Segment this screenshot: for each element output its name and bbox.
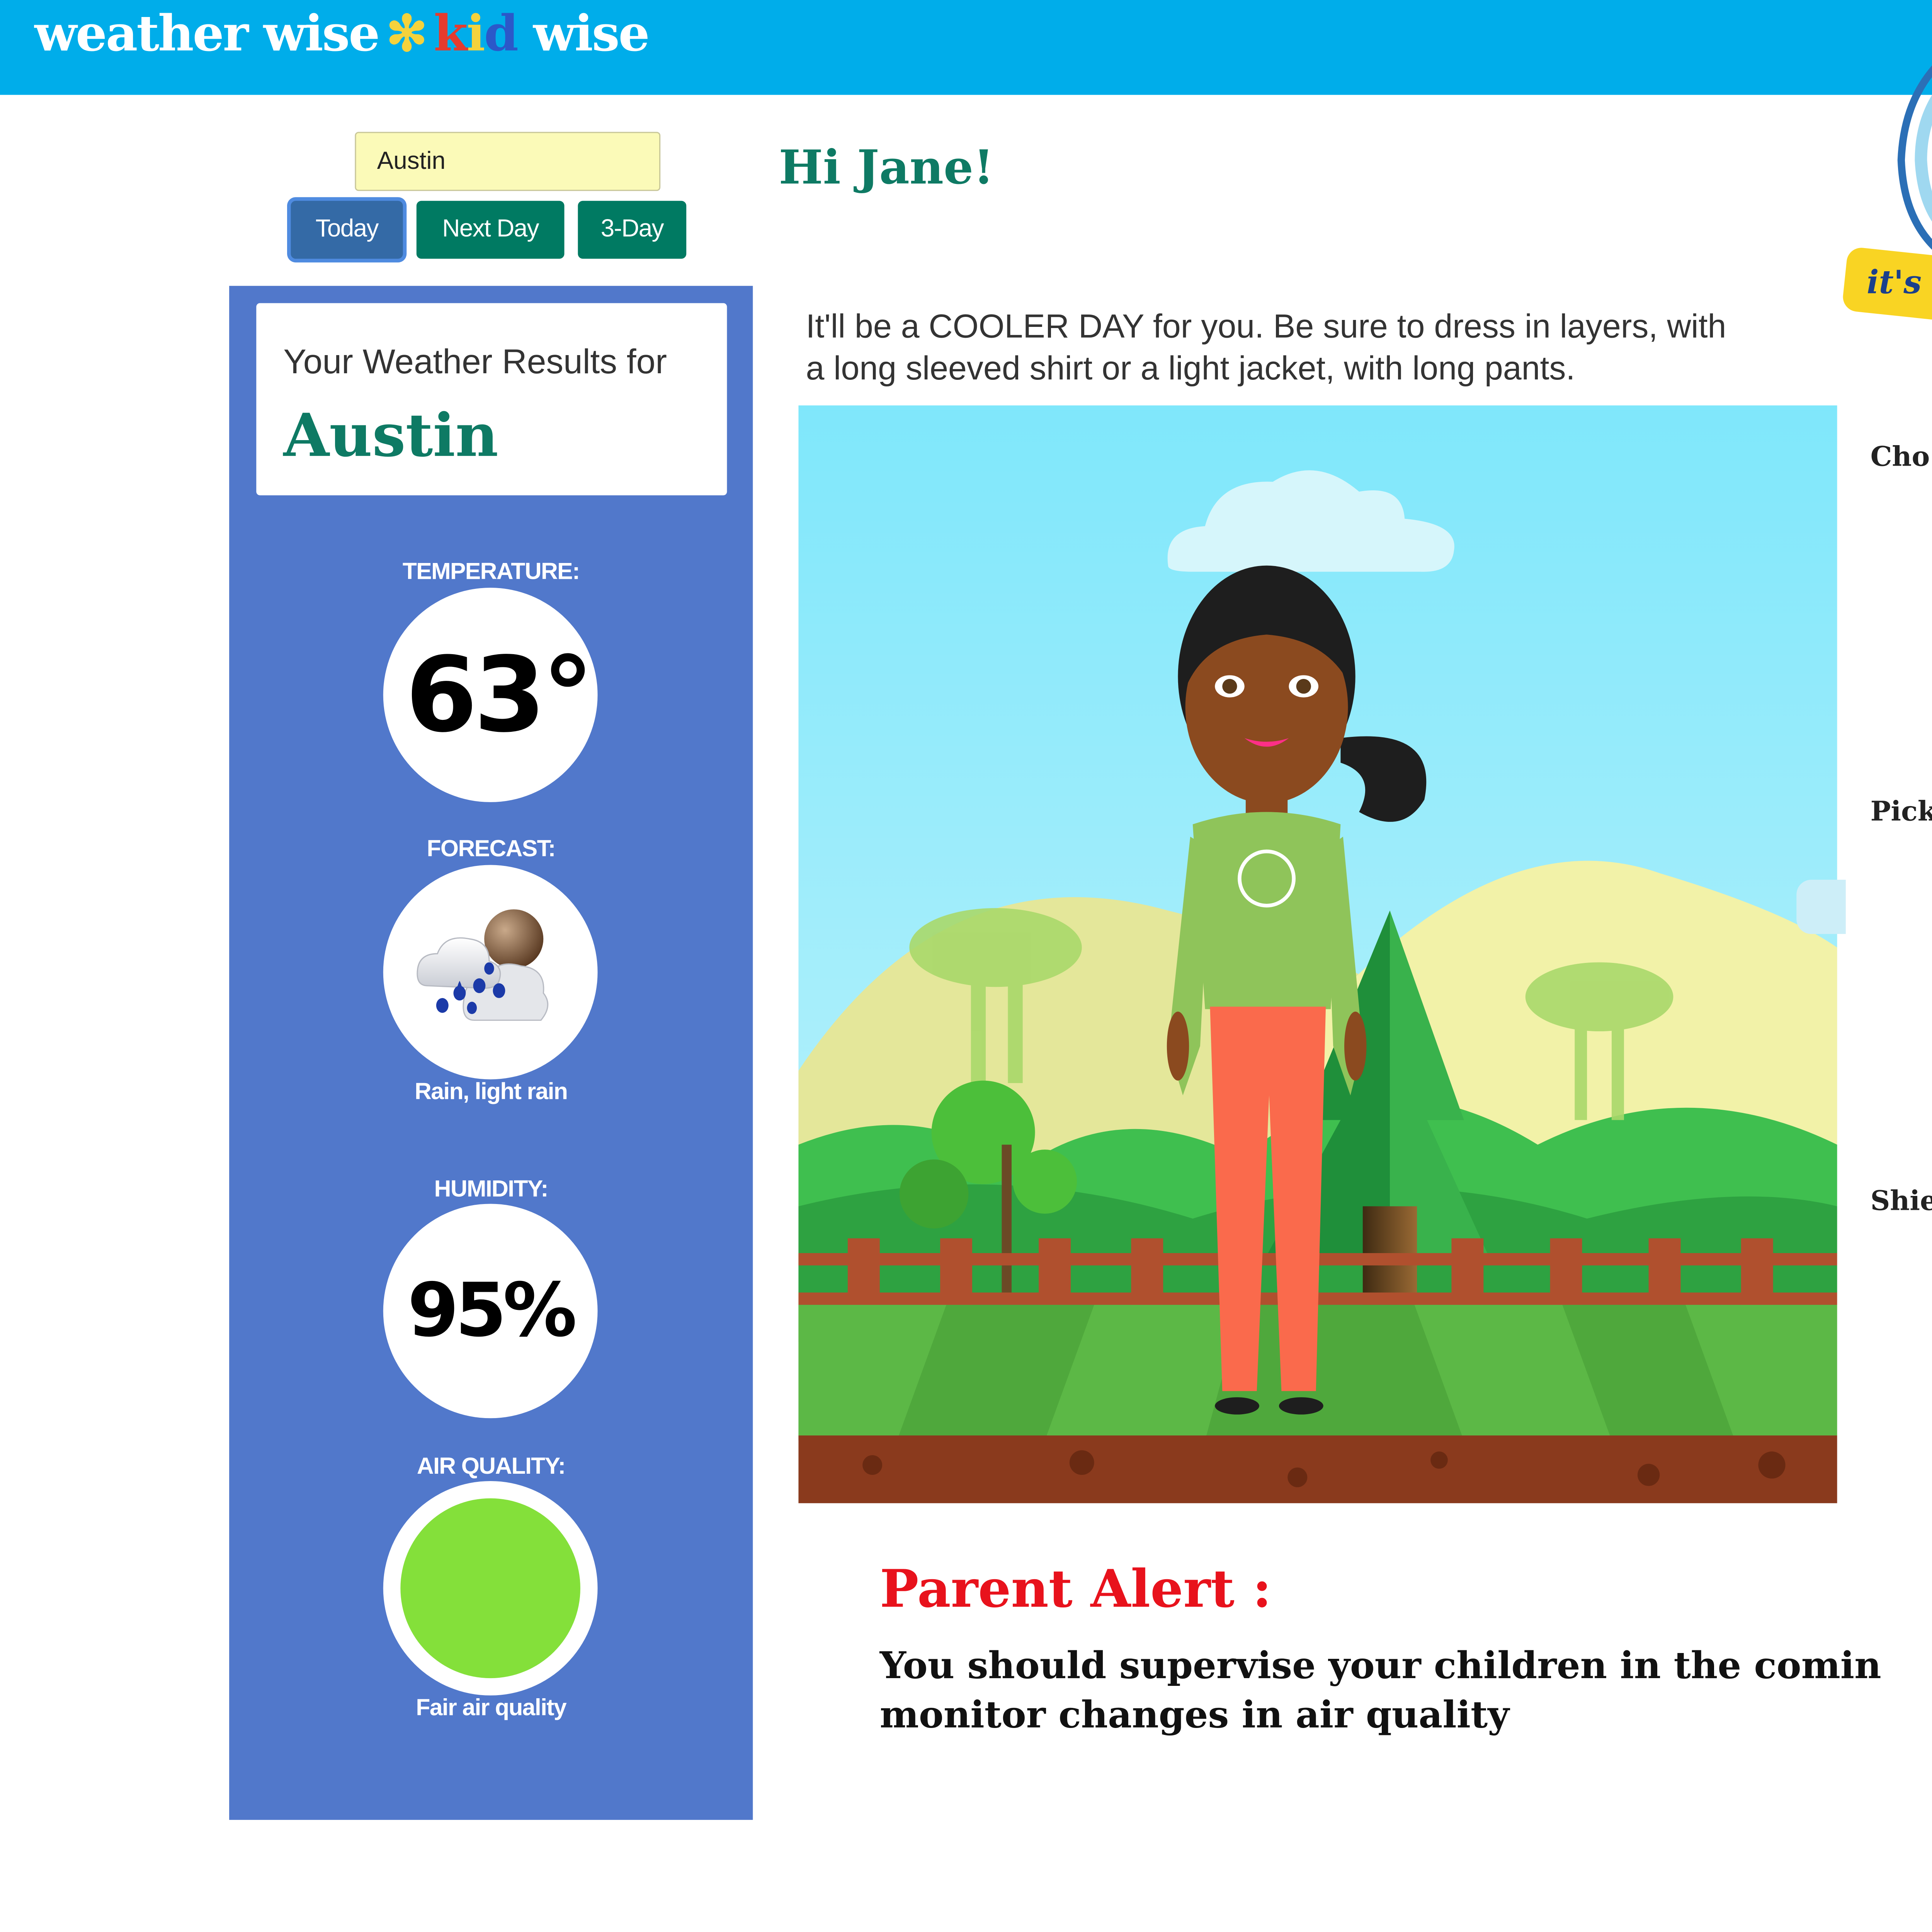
humidity-circle: 95% xyxy=(383,1204,598,1418)
clothing-advice: It'll be a COOLER DAY for you. Be sure t… xyxy=(806,308,1726,387)
temperature-circle: 63° xyxy=(383,588,598,802)
right-label-pick: Pick xyxy=(1870,796,1932,828)
logo-kid-d: d xyxy=(484,5,519,63)
rain-cloud-icon xyxy=(417,909,549,1021)
results-label: Your Weather Results for xyxy=(283,342,667,381)
parent-alert-title: Parent Alert : xyxy=(879,1558,1272,1619)
parent-alert-line-2: monitor changes in air quality xyxy=(879,1694,1509,1738)
humidity-value: 95% xyxy=(407,1268,577,1354)
results-card: Your Weather Results for Austin xyxy=(256,303,727,495)
weather-results-panel: Your Weather Results for Austin TEMPERAT… xyxy=(229,286,753,1820)
today-button[interactable]: Today xyxy=(291,201,403,259)
parent-alert-line-1: You should supervise your children in th… xyxy=(879,1645,1881,1688)
temperature-label: TEMPERATURE: xyxy=(402,559,580,585)
logo[interactable]: weather wise ✻ kid wise xyxy=(34,5,650,63)
forecast-description: Rain, light rain xyxy=(415,1079,568,1105)
right-label-choose: Cho xyxy=(1870,441,1930,473)
temperature-value: 63° xyxy=(405,634,594,755)
logo-weather-wise: weather wise xyxy=(34,5,380,63)
humidity-label: HUMIDITY: xyxy=(434,1177,549,1203)
girl-avatar-outdoor-scene xyxy=(798,405,1837,1503)
three-day-button[interactable]: 3-Day xyxy=(578,201,687,259)
mascot-icon xyxy=(1897,65,1932,250)
right-badge-text: it's xyxy=(1867,265,1922,302)
right-label-shield: Shie xyxy=(1870,1185,1932,1218)
logo-kid-k: k xyxy=(434,5,468,63)
air-quality-indicator xyxy=(400,1498,580,1679)
next-day-button[interactable]: Next Day xyxy=(416,201,565,259)
air-quality-circle xyxy=(383,1481,598,1696)
greeting: Hi Jane! xyxy=(779,139,994,195)
results-city: Austin xyxy=(283,401,498,471)
air-quality-label: AIR QUALITY: xyxy=(417,1454,566,1480)
logo-wise: wise xyxy=(533,5,650,63)
star-icon: ✻ xyxy=(386,5,427,63)
forecast-circle xyxy=(383,865,598,1080)
logo-kid-i: i xyxy=(466,5,485,63)
right-decoration xyxy=(1796,879,1846,934)
top-header: weather wise ✻ kid wise xyxy=(0,0,1932,95)
forecast-label: FORECAST: xyxy=(427,837,556,863)
page: weather wise✻kid wise Today Next Day 3-D… xyxy=(0,0,1932,1932)
city-search-input[interactable] xyxy=(355,132,661,191)
air-quality-description: Fair air quality xyxy=(416,1695,566,1721)
parent-alert-text: You should supervise your children in th… xyxy=(880,1643,1932,1741)
